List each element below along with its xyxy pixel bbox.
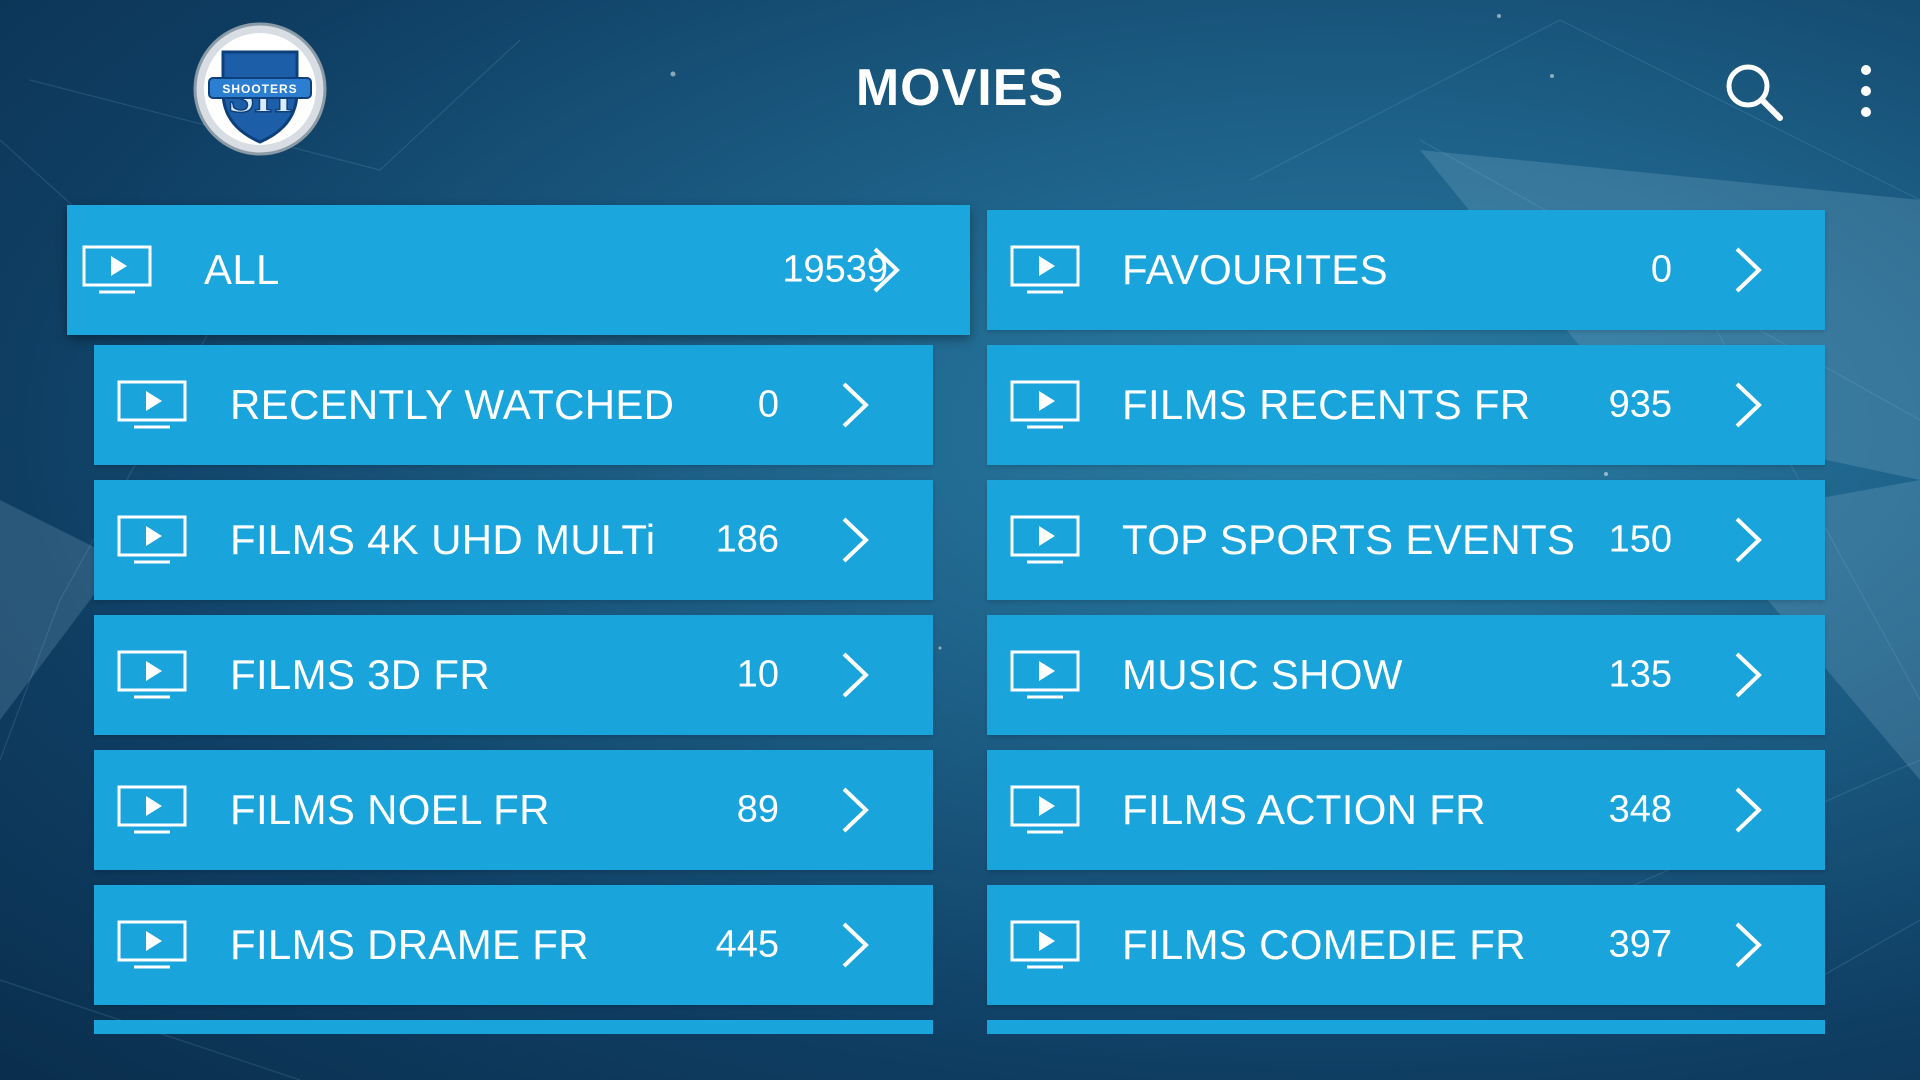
category-films-noel-fr[interactable]: FILMS NOEL FR 89 [94, 750, 933, 870]
tv-play-icon [1010, 515, 1080, 564]
category-label: FILMS 4K UHD MULTi [230, 516, 656, 563]
category-count: 186 [715, 518, 779, 561]
tv-play-icon [1010, 380, 1080, 429]
tv-play-icon [117, 920, 187, 969]
chevron-right-icon [842, 382, 869, 428]
category-label: FILMS NOEL FR [230, 786, 550, 833]
category-films-4k-uhd-multi[interactable]: FILMS 4K UHD MULTi 186 [94, 480, 933, 600]
search-icon[interactable] [1722, 60, 1786, 124]
category-label: ALL [204, 246, 280, 293]
chevron-right-icon [842, 787, 869, 833]
page-title: MOVIES [855, 59, 1065, 117]
category-count: 445 [715, 923, 779, 966]
chevron-right-icon [1735, 247, 1762, 293]
chevron-right-icon [842, 517, 869, 563]
category-films-recents-fr[interactable]: FILMS RECENTS FR 935 [987, 345, 1825, 465]
chevron-right-icon [1735, 652, 1762, 698]
category-all[interactable]: ALL 19539 [67, 205, 970, 335]
tv-play-icon [1010, 920, 1080, 969]
category-label: FILMS COMEDIE FR [1122, 921, 1526, 968]
chevron-right-icon [1735, 382, 1762, 428]
tv-play-icon [1010, 785, 1080, 834]
category-films-comedie-fr[interactable]: FILMS COMEDIE FR 397 [987, 885, 1825, 1005]
category-label: MUSIC SHOW [1122, 651, 1403, 698]
chevron-right-icon [1735, 787, 1762, 833]
category-label: FILMS ACTION FR [1122, 786, 1486, 833]
more-vert-icon[interactable] [1848, 60, 1884, 124]
tv-play-icon [1010, 650, 1080, 699]
category-films-3d-fr[interactable]: FILMS 3D FR 10 [94, 615, 933, 735]
category-recently-watched[interactable]: RECENTLY WATCHED 0 [94, 345, 933, 465]
chevron-right-icon [842, 652, 869, 698]
chevron-right-icon [1735, 517, 1762, 563]
tv-play-icon [117, 380, 187, 429]
category-tile-partial[interactable] [987, 1020, 1825, 1034]
category-count: 0 [1650, 248, 1672, 291]
tv-play-icon [117, 515, 187, 564]
tv-play-icon [82, 245, 152, 294]
tv-play-icon [1010, 245, 1080, 294]
category-count: 19539 [782, 248, 888, 291]
category-count: 348 [1608, 788, 1672, 831]
category-count: 935 [1608, 383, 1672, 426]
chevron-right-icon [873, 247, 900, 293]
category-label: FILMS DRAME FR [230, 921, 589, 968]
category-count: 135 [1608, 653, 1672, 696]
category-label: FILMS RECENTS FR [1122, 381, 1531, 428]
category-label: FILMS 3D FR [230, 651, 490, 698]
category-top-sports-events[interactable]: TOP SPORTS EVENTS 150 [987, 480, 1825, 600]
category-count: 89 [736, 788, 779, 831]
category-count: 397 [1608, 923, 1672, 966]
category-films-drame-fr[interactable]: FILMS DRAME FR 445 [94, 885, 933, 1005]
chevron-right-icon [1735, 922, 1762, 968]
category-music-show[interactable]: MUSIC SHOW 135 [987, 615, 1825, 735]
category-films-action-fr[interactable]: FILMS ACTION FR 348 [987, 750, 1825, 870]
category-tile-partial[interactable] [94, 1020, 933, 1034]
category-favourites[interactable]: FAVOURITES 0 [987, 210, 1825, 330]
chevron-right-icon [842, 922, 869, 968]
category-label: FAVOURITES [1122, 246, 1388, 293]
category-count: 10 [736, 653, 779, 696]
category-count: 0 [757, 383, 779, 426]
tv-play-icon [117, 650, 187, 699]
category-count: 150 [1608, 518, 1672, 561]
tv-play-icon [117, 785, 187, 834]
